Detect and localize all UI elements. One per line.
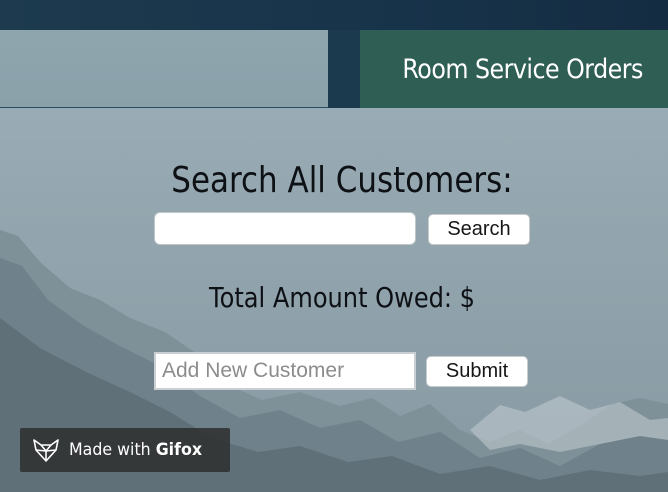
fox-icon — [33, 439, 59, 462]
tab-room-service-orders-label: Room Service Orders — [402, 53, 644, 85]
watermark-text: Made with Gifox — [69, 440, 202, 460]
total-amount-owed: Total Amount Owed: $ — [208, 281, 476, 314]
search-heading: Search All Customers: — [171, 160, 513, 201]
search-input[interactable] — [154, 212, 416, 245]
search-button[interactable]: Search — [428, 214, 530, 245]
nav-tab-inactive[interactable] — [0, 30, 328, 108]
top-bar — [0, 0, 668, 30]
watermark-prefix: Made with — [69, 440, 151, 460]
submit-button[interactable]: Submit — [426, 356, 528, 387]
tab-room-service-orders[interactable]: Room Service Orders — [360, 30, 668, 108]
gifox-watermark: Made with Gifox — [20, 428, 230, 472]
add-customer-input[interactable] — [154, 352, 416, 390]
watermark-brand: Gifox — [155, 440, 203, 460]
